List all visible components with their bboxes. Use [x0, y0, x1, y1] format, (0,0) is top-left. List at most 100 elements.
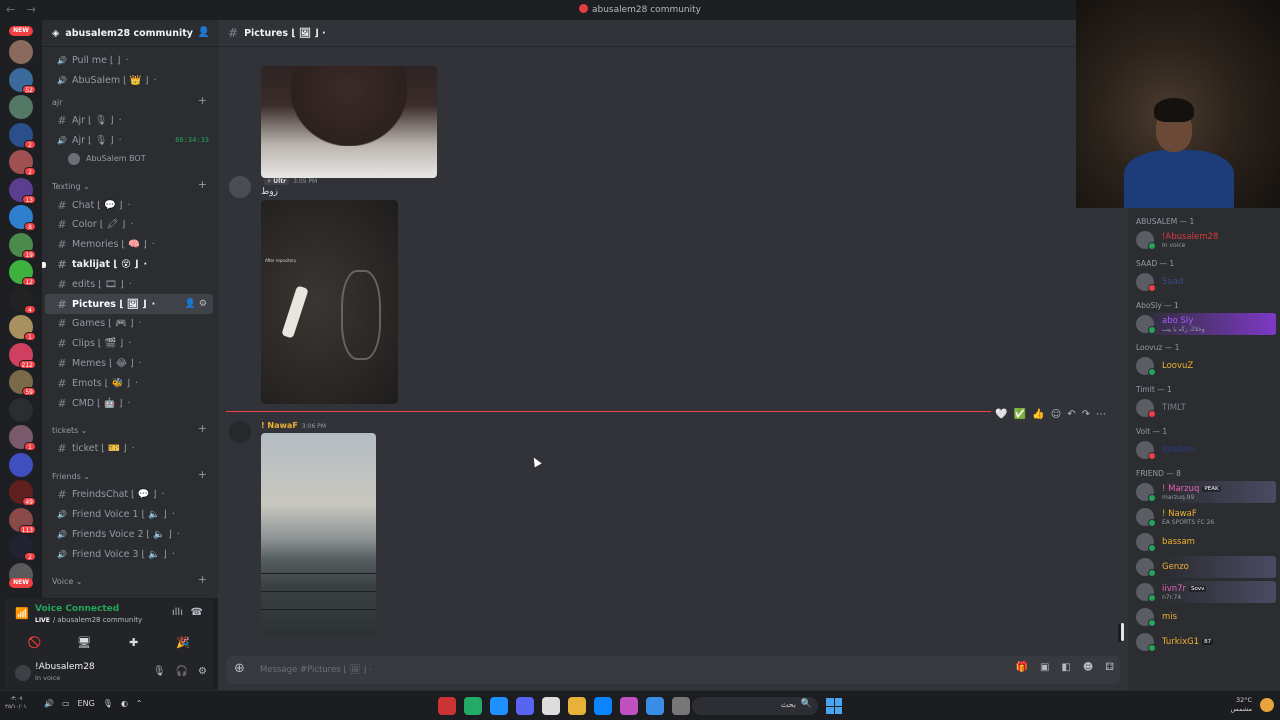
taskbar-search[interactable]: بحث 🔍: [692, 697, 818, 715]
server-icon[interactable]: 2: [9, 150, 36, 176]
server-icon[interactable]: 13: [9, 177, 36, 204]
channel-item[interactable]: # CMD ⌊ 🤖 ⌋ ·: [45, 393, 213, 413]
server-header[interactable]: ◈ abusalem28 community ⌄ 👤: [42, 20, 218, 47]
tray-app-icon[interactable]: ◐: [121, 699, 128, 708]
channel-item[interactable]: 🔊 Friend Voice 1 ⌊ 🔈 ⌋ ·: [45, 505, 213, 525]
member-item[interactable]: mis: [1136, 606, 1276, 628]
emoji-icon[interactable]: ☻: [1083, 662, 1093, 673]
soundboard-icon[interactable]: 🎉: [161, 636, 205, 649]
channel-item[interactable]: # Clips ⌊ 🎬 ⌋ ·: [45, 334, 213, 354]
taskbar-app-icon[interactable]: [620, 697, 638, 715]
server-icon[interactable]: 1: [9, 425, 36, 451]
channel-item[interactable]: # FreindsChat ⌊ 💬 ⌋ ·: [45, 485, 213, 505]
taskbar-app-icon[interactable]: [646, 697, 664, 715]
category-ajr[interactable]: ajr +: [42, 91, 218, 111]
category-tickets[interactable]: tickets ⌄ +: [42, 413, 218, 439]
channel-item[interactable]: 🔊 AbuSalem ⌊ 👑 ⌋ ·: [45, 71, 213, 91]
channel-item[interactable]: 🔊 Friends Voice 2 ⌊ 🔈 ⌋ ·: [45, 524, 213, 544]
server-icon[interactable]: 4: [9, 287, 36, 314]
member-item[interactable]: Saad: [1136, 271, 1276, 293]
image-attachment[interactable]: After repository: [261, 200, 398, 404]
member-item[interactable]: ! Marzuq PEAK marzuq.99: [1136, 481, 1276, 503]
invite-people-icon[interactable]: 👤: [198, 27, 210, 38]
message-input[interactable]: Message #Pictures ⌊ 🖼 ⌋ ·: [260, 665, 372, 675]
member-item[interactable]: iivn7r Sovv n7r.74: [1136, 581, 1276, 603]
channel-item[interactable]: # ticket ⌊ 🎫 ⌋ ·: [45, 439, 213, 459]
mic-tray-icon[interactable]: 🎙: [103, 699, 113, 708]
disconnect-icon[interactable]: ☎: [191, 607, 203, 618]
volume-icon[interactable]: 🔊: [44, 699, 54, 708]
message-author[interactable]: ⚡ Ultr 3:05 PM: [261, 176, 317, 185]
server-tag[interactable]: ⚡ Ultr: [264, 178, 290, 185]
video-off-icon[interactable]: 🚫: [13, 636, 57, 649]
activities-icon[interactable]: ✚: [112, 636, 156, 649]
add-channel-icon[interactable]: +: [198, 94, 207, 107]
gif-icon[interactable]: ▣: [1040, 662, 1049, 673]
apps-icon[interactable]: ⚃: [1105, 662, 1114, 673]
gift-icon[interactable]: 🎁: [1016, 662, 1028, 673]
server-icon[interactable]: [9, 40, 33, 64]
reaction-heart-icon[interactable]: 🤍: [995, 409, 1007, 420]
member-item[interactable]: !Abusalem28 In voice: [1136, 229, 1276, 251]
more-icon[interactable]: ⋯: [1096, 409, 1106, 420]
image-attachment[interactable]: [261, 433, 376, 637]
member-item[interactable]: Genzo: [1136, 556, 1276, 578]
voice-user[interactable]: AbuSalem BOT: [42, 150, 218, 167]
taskbar-app-icon[interactable]: [516, 697, 534, 715]
add-channel-icon[interactable]: +: [198, 573, 207, 586]
server-icon[interactable]: 8: [9, 205, 36, 231]
sun-icon[interactable]: [1260, 698, 1274, 712]
server-icon[interactable]: [9, 452, 33, 477]
sticker-icon[interactable]: ◧: [1061, 662, 1070, 673]
channel-item[interactable]: # Chat ⌊ 💬 ⌋ ·: [45, 195, 213, 215]
reaction-check-icon[interactable]: ✅: [1014, 409, 1026, 420]
server-icon[interactable]: 212: [9, 342, 36, 369]
headphones-icon[interactable]: 🎧: [176, 666, 188, 677]
signal-icon[interactable]: 📶: [15, 607, 29, 620]
category-voice[interactable]: Voice ⌄ +: [42, 564, 218, 590]
channel-item[interactable]: # Ajr ⌊ 🎙 ⌋ ·: [45, 111, 213, 131]
message-author[interactable]: ! NawaF 3:06 PM: [261, 421, 326, 430]
channel-item[interactable]: # taklijat ⌊ 😵 ⌋ ·: [42, 255, 213, 275]
start-button[interactable]: [826, 698, 842, 714]
add-channel-icon[interactable]: +: [198, 422, 207, 435]
channel-item[interactable]: # Games ⌊ 🎮 ⌋ ·: [45, 314, 213, 334]
server-icon[interactable]: 19: [9, 232, 36, 259]
server-icon[interactable]: 52: [9, 67, 36, 94]
reaction-thumbs-icon[interactable]: 👍: [1032, 409, 1044, 420]
screen-share-icon[interactable]: 🖥: [62, 636, 106, 649]
author-name[interactable]: ! NawaF: [261, 421, 298, 430]
server-icon[interactable]: 1: [9, 315, 36, 341]
server-icon[interactable]: 49: [9, 480, 36, 506]
noise-suppression-icon[interactable]: ıllı: [172, 607, 183, 618]
taskbar-app-icon[interactable]: [568, 697, 586, 715]
weather-widget[interactable]: 32°C مشمس: [1231, 696, 1252, 714]
member-item[interactable]: ! NawaF EA SPORTS FC 26: [1136, 506, 1276, 528]
server-icon[interactable]: 113: [9, 507, 36, 534]
server-icon[interactable]: 2: [9, 535, 36, 561]
avatar[interactable]: [13, 663, 33, 683]
member-item[interactable]: TurkixG1 87: [1136, 631, 1276, 653]
channel-item[interactable]: # Memories ⌊ 🧠 ⌋ ·: [45, 235, 213, 255]
reply-icon[interactable]: ↶: [1067, 409, 1075, 420]
add-channel-icon[interactable]: +: [198, 178, 207, 191]
member-scrollbar[interactable]: [1121, 623, 1124, 641]
taskbar-app-icon[interactable]: [490, 697, 508, 715]
server-icon[interactable]: 2: [9, 122, 36, 149]
avatar[interactable]: [229, 176, 251, 198]
channel-item[interactable]: # Color ⌊ 🖍 ⌋ ·: [45, 215, 213, 235]
category-friends[interactable]: Friends ⌄ +: [42, 459, 218, 485]
avatar[interactable]: [229, 421, 251, 443]
taskbar-app-icon[interactable]: [542, 697, 560, 715]
network-icon[interactable]: ▭: [62, 699, 70, 708]
member-item[interactable]: bassam: [1136, 531, 1276, 553]
server-icon[interactable]: [9, 397, 33, 422]
member-item[interactable]: Ibrahim: [1136, 439, 1276, 461]
mic-icon[interactable]: 🎙: [153, 666, 166, 677]
channel-item[interactable]: # edits ⌊ 🎞 ⌋ ·: [45, 274, 213, 294]
taskbar-app-icon[interactable]: [464, 697, 482, 715]
channel-item[interactable]: # Memes ⌊ 😂 ⌋ ·: [45, 354, 213, 374]
voice-location[interactable]: LIVE / abusalem28 community: [35, 616, 142, 624]
add-channel-icon[interactable]: +: [198, 468, 207, 481]
language-indicator[interactable]: ENG: [78, 699, 95, 708]
